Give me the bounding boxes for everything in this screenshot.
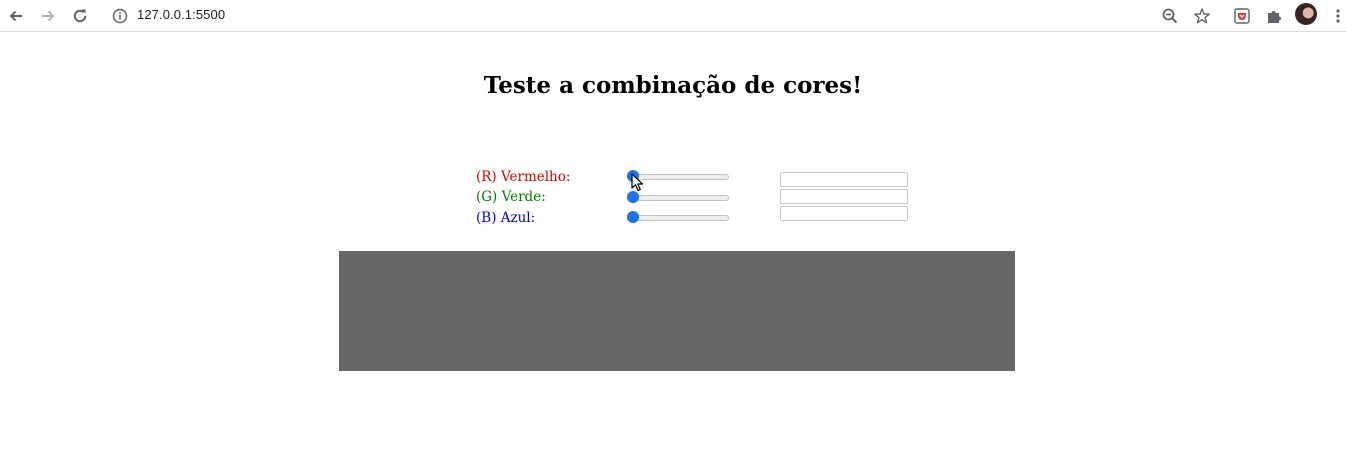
page-title: Teste a combinação de cores! xyxy=(483,72,863,99)
address-bar-url[interactable]: 127.0.0.1:5500 xyxy=(137,7,225,22)
blue-slider[interactable] xyxy=(627,211,729,223)
zoom-icon[interactable] xyxy=(1158,4,1182,28)
reload-icon[interactable] xyxy=(68,4,92,28)
star-icon[interactable] xyxy=(1190,4,1214,28)
extension-pocket-icon[interactable] xyxy=(1230,4,1254,28)
mouse-cursor-icon xyxy=(631,173,645,197)
green-value-input[interactable] xyxy=(780,189,908,204)
info-icon[interactable] xyxy=(108,4,132,28)
blue-slider-thumb[interactable] xyxy=(627,211,639,223)
avatar[interactable] xyxy=(1295,3,1317,25)
menu-icon[interactable] xyxy=(1326,4,1346,28)
browser-toolbar: 127.0.0.1:5500 xyxy=(0,0,1346,32)
puzzle-icon[interactable] xyxy=(1262,4,1286,28)
color-preview xyxy=(339,251,1015,371)
blue-label: (B) Azul: xyxy=(476,210,536,226)
red-label: (R) Vermelho: xyxy=(476,169,571,185)
forward-icon[interactable] xyxy=(36,4,60,28)
blue-value-input[interactable] xyxy=(780,206,908,221)
back-icon[interactable] xyxy=(4,4,28,28)
green-label: (G) Verde: xyxy=(476,189,546,205)
red-value-input[interactable] xyxy=(780,172,908,187)
